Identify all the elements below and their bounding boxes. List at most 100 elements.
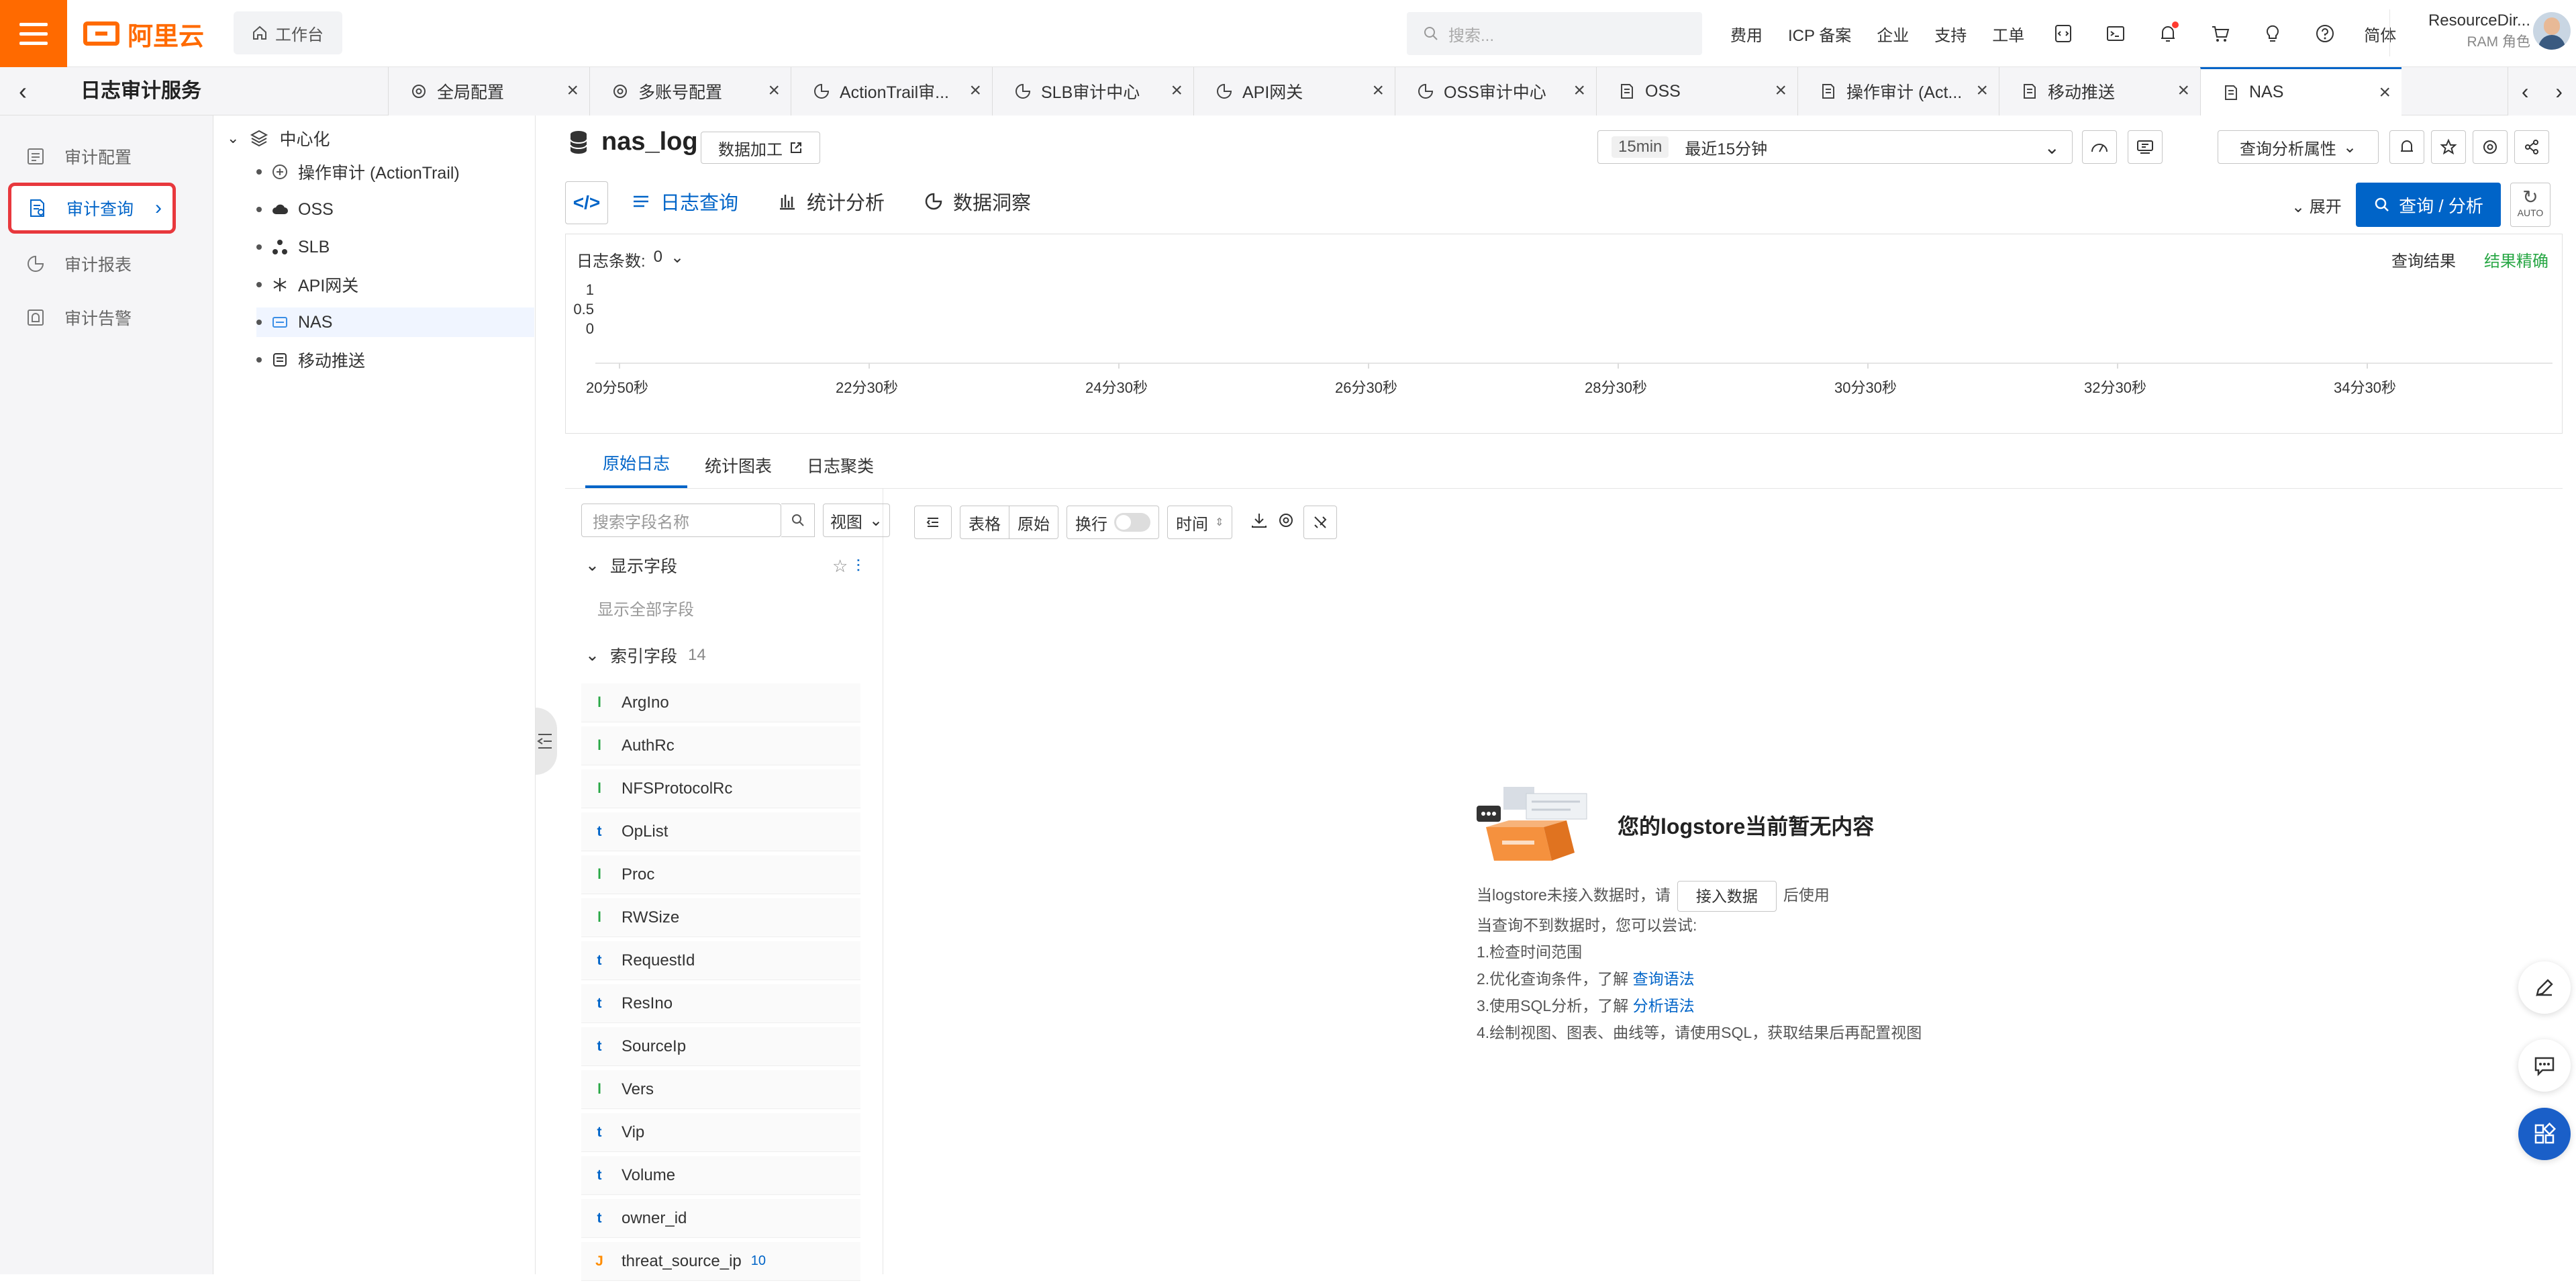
tab-api-gateway[interactable]: API网关 × (1193, 67, 1395, 115)
gear-icon[interactable] (1277, 511, 1295, 534)
display-fields-header[interactable]: ⌄ 显示字段 (585, 553, 677, 577)
tree-node-oss[interactable]: OSS (256, 195, 534, 224)
favorite-button[interactable] (2431, 130, 2466, 164)
close-icon[interactable]: × (1775, 81, 1787, 101)
lightbulb-icon[interactable] (2259, 20, 2286, 47)
query-attributes-dropdown[interactable]: 查询分析属性 ⌄ (2218, 130, 2379, 164)
star-icon[interactable]: ☆ (832, 556, 848, 577)
bell-icon[interactable] (2154, 20, 2181, 47)
close-icon[interactable]: × (2177, 81, 2189, 101)
chat-float-button[interactable] (2518, 1039, 2571, 1092)
collapse-tree-handle[interactable] (536, 708, 557, 775)
code-toggle-button[interactable]: </> (565, 181, 608, 224)
workbench-button[interactable]: 工作台 (234, 11, 342, 54)
tree-root-centralized[interactable]: ⌄ 中心化 (227, 126, 330, 150)
alert-bell-button[interactable] (2389, 130, 2424, 164)
field-item[interactable]: l AuthRc (581, 726, 860, 765)
close-icon[interactable]: × (1171, 81, 1183, 101)
field-item[interactable]: t RequestId (581, 941, 860, 980)
tab-stat-charts[interactable]: 统计图表 (687, 453, 789, 488)
back-arrow-icon[interactable]: ‹ (19, 79, 43, 103)
view-dropdown[interactable]: 视图 ⌄ (823, 504, 890, 537)
nav-enterprise[interactable]: 企业 (1877, 22, 1909, 46)
sidebar-item-audit-alert[interactable]: 审计告警 (26, 301, 132, 334)
share-button[interactable] (2514, 130, 2549, 164)
expand-toggle[interactable]: ⌄ 展开 (2291, 193, 2342, 217)
wrap-switch[interactable] (1114, 513, 1150, 532)
chevron-left-icon[interactable]: ‹ (2522, 79, 2529, 104)
global-search-input[interactable]: 搜索... (1407, 12, 1702, 55)
query-analyze-button[interactable]: 查询 / 分析 (2356, 183, 2501, 227)
cart-icon[interactable] (2207, 20, 2234, 47)
table-view-button[interactable]: 表格 (960, 506, 1009, 539)
field-item[interactable]: l Proc (581, 855, 860, 894)
tab-mobile-push[interactable]: 移动推送 × (1999, 67, 2200, 115)
nav-fees[interactable]: 费用 (1730, 22, 1763, 46)
tab-actiontrail[interactable]: ActionTrail审... × (791, 67, 992, 115)
close-icon[interactable]: × (1976, 81, 1988, 101)
tab-operation-audit[interactable]: 操作审计 (Act... × (1797, 67, 1999, 115)
caret-down-icon[interactable]: ⌄ (227, 130, 239, 147)
auto-refresh-button[interactable]: ↻ AUTO (2510, 183, 2550, 227)
close-icon[interactable]: × (768, 81, 780, 101)
tree-node-slb[interactable]: SLB (256, 232, 534, 262)
tab-oss-audit[interactable]: OSS审计中心 × (1395, 67, 1596, 115)
menu-icon[interactable] (0, 0, 67, 67)
close-icon[interactable]: × (1573, 81, 1585, 101)
collapse-fields-button[interactable] (914, 506, 952, 539)
tab-raw-logs[interactable]: 原始日志 (585, 450, 688, 488)
chevron-right-icon[interactable]: › (2555, 79, 2563, 104)
close-icon[interactable]: × (2379, 83, 2391, 103)
aliyun-logo[interactable]: 阿里云 (83, 18, 204, 51)
tab-log-clustering[interactable]: 日志聚类 (789, 453, 891, 488)
tab-multi-account[interactable]: 多账号配置 × (589, 67, 791, 115)
account-menu[interactable]: ResourceDir... RAM 角色 (2389, 9, 2530, 56)
field-search-input[interactable]: 搜索字段名称 (581, 504, 781, 537)
avatar[interactable] (2533, 12, 2571, 50)
code-icon[interactable] (2050, 20, 2077, 47)
data-process-button[interactable]: 数据加工 (701, 132, 820, 164)
field-item[interactable]: t Vip (581, 1113, 860, 1152)
field-search-button[interactable] (781, 504, 815, 537)
filter-settings-icon[interactable]: ⫶ (856, 556, 860, 577)
field-item[interactable]: l ArgIno (581, 683, 860, 722)
close-icon[interactable]: × (969, 81, 981, 101)
tab-global-config[interactable]: 全局配置 × (388, 67, 589, 115)
field-item[interactable]: l NFSProtocolRc (581, 769, 860, 808)
tab-slb-audit[interactable]: SLB审计中心 × (992, 67, 1193, 115)
query-syntax-link[interactable]: 查询语法 (1633, 970, 1695, 988)
analysis-syntax-link[interactable]: 分析语法 (1633, 997, 1695, 1014)
field-item[interactable]: t owner_id (581, 1199, 860, 1238)
field-item[interactable]: t Volume (581, 1156, 860, 1195)
monitor-button[interactable] (2128, 130, 2163, 164)
apps-float-button[interactable] (2518, 1108, 2571, 1160)
edit-float-button[interactable] (2518, 961, 2571, 1014)
nav-icp[interactable]: ICP 备案 (1788, 22, 1851, 46)
tab-data-insight[interactable]: 数据洞察 (924, 187, 1031, 216)
tab-log-query[interactable]: 日志查询 (631, 187, 738, 216)
raw-view-button[interactable]: 原始 (1009, 506, 1058, 539)
tab-oss[interactable]: OSS × (1596, 67, 1797, 115)
close-icon[interactable]: × (566, 81, 579, 101)
nav-support[interactable]: 支持 (1934, 22, 1967, 46)
access-data-button[interactable]: 接入数据 (1677, 881, 1777, 912)
download-icon[interactable] (1250, 511, 1269, 534)
field-item[interactable]: t OpList (581, 812, 860, 851)
tab-nas[interactable]: NAS × (2200, 67, 2401, 115)
sidebar-item-audit-config[interactable]: 审计配置 (26, 140, 132, 173)
tab-statistics[interactable]: 统计分析 (777, 187, 885, 216)
terminal-icon[interactable] (2102, 20, 2129, 47)
field-item[interactable]: Jthreat_source_ip 10 (581, 1242, 860, 1281)
sidebar-item-audit-report[interactable]: 审计报表 (26, 247, 132, 281)
show-all-fields[interactable]: 显示全部字段 (597, 596, 694, 620)
settings-button[interactable] (2473, 130, 2508, 164)
index-fields-header[interactable]: ⌄ 索引字段 14 (585, 643, 706, 667)
tree-node-api-gateway[interactable]: API网关 (256, 270, 534, 299)
help-icon[interactable] (2312, 20, 2338, 47)
field-item[interactable]: t ResIno (581, 984, 860, 1023)
tools-button[interactable] (1303, 506, 1338, 539)
field-item[interactable]: t SourceIp (581, 1027, 860, 1066)
tree-node-actiontrail[interactable]: 操作审计 (ActionTrail) (256, 157, 534, 187)
close-icon[interactable]: × (1372, 81, 1384, 101)
field-item[interactable]: l RWSize (581, 898, 860, 937)
